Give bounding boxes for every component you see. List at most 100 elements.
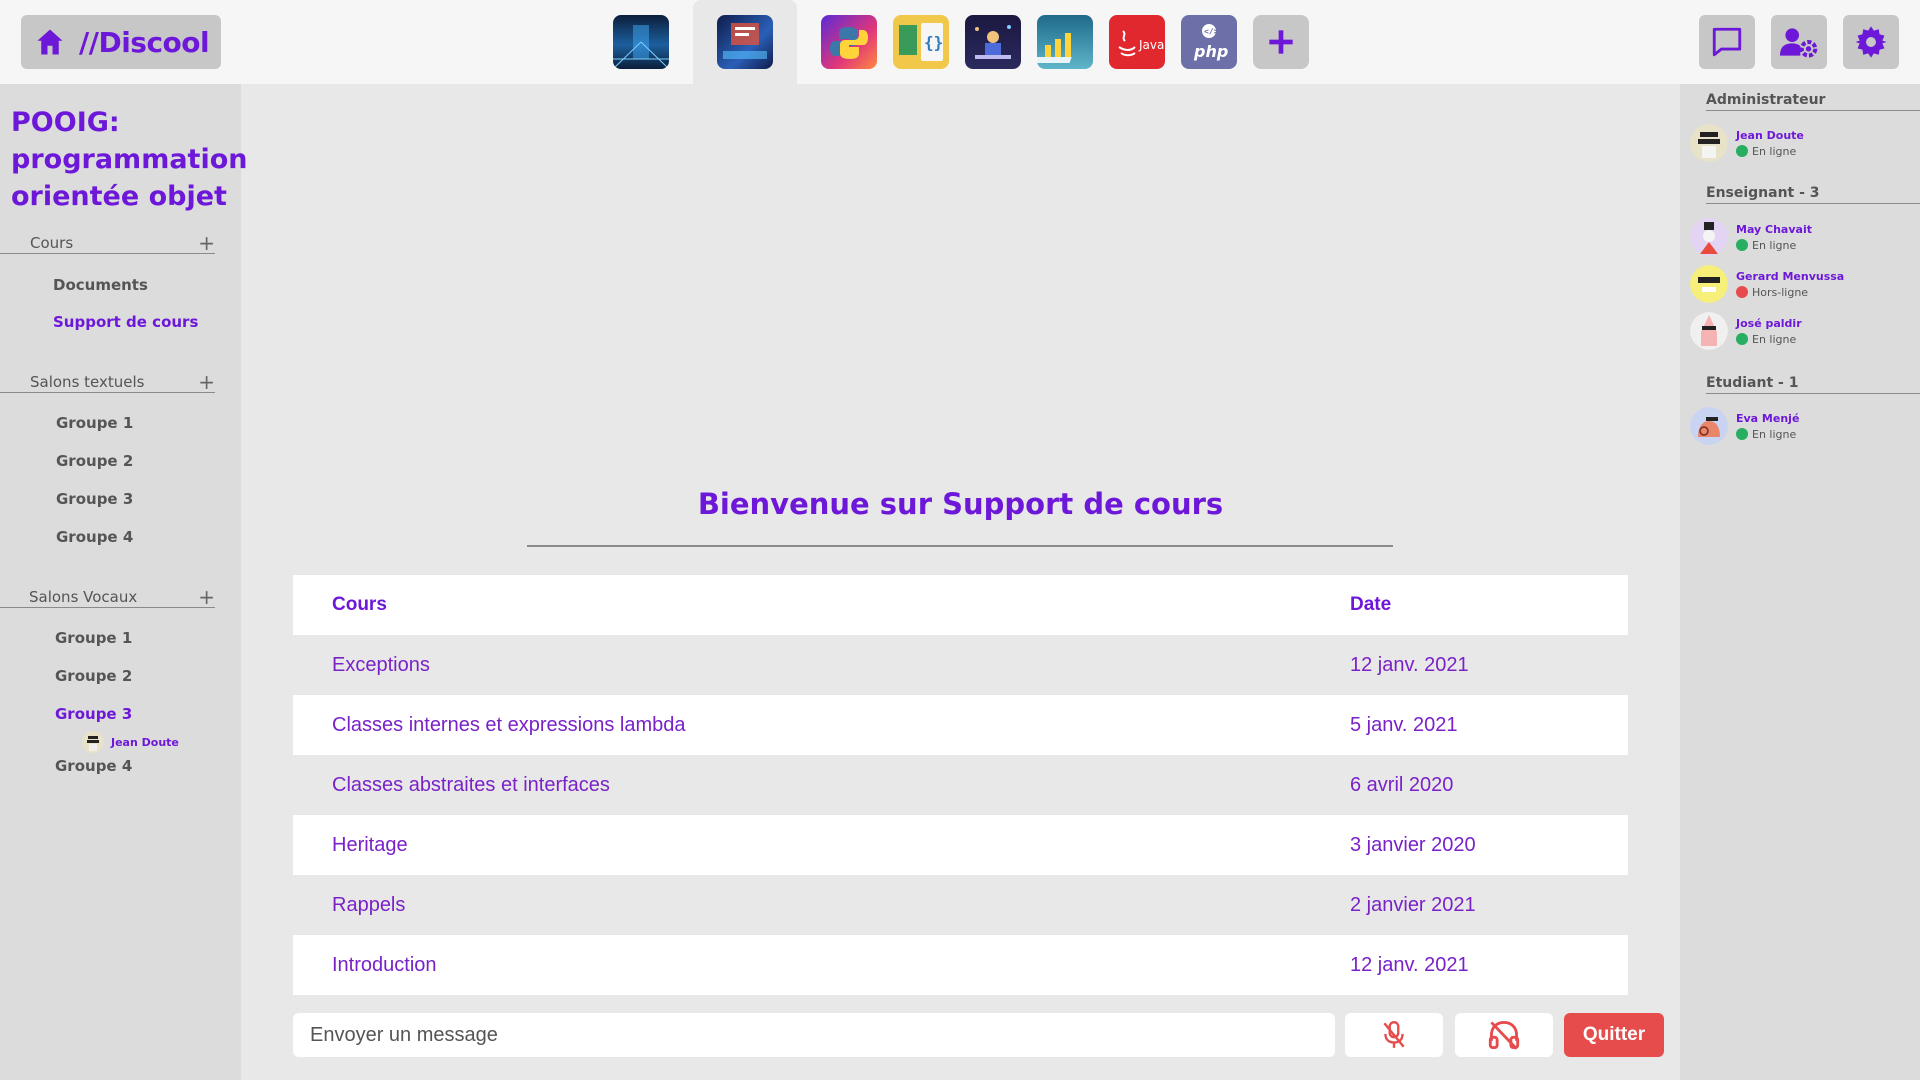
app-logo: //Discool bbox=[79, 25, 210, 59]
course-date: 5 janv. 2021 bbox=[1350, 713, 1458, 736]
member-status: En ligne bbox=[1736, 239, 1812, 252]
add-voice-channel-button[interactable]: + bbox=[198, 585, 215, 609]
home-button[interactable]: //Discool bbox=[21, 15, 221, 69]
table-header: Cours Date bbox=[293, 575, 1628, 635]
home-icon bbox=[37, 29, 63, 55]
server-7-button[interactable]: Java bbox=[1109, 15, 1165, 69]
section-title: Cours bbox=[30, 234, 74, 252]
text-channel-groupe-2[interactable]: Groupe 2 bbox=[56, 452, 133, 470]
welcome-title: Bienvenue sur Support de cours bbox=[697, 487, 1224, 521]
course-name[interactable]: Rappels bbox=[332, 894, 405, 917]
settings-button[interactable] bbox=[1843, 15, 1899, 69]
section-title: Salons Vocaux bbox=[29, 588, 138, 606]
avatar bbox=[1690, 265, 1728, 303]
voice-user-name: Jean Doute bbox=[111, 735, 179, 749]
table-row[interactable]: Rappels 2 janvier 2021 bbox=[293, 875, 1628, 935]
member-item[interactable]: José paldir En ligne bbox=[1690, 312, 1802, 350]
member-status: En ligne bbox=[1736, 145, 1804, 158]
avatar bbox=[1690, 407, 1728, 445]
add-cours-button[interactable]: + bbox=[198, 231, 215, 255]
server-3-button[interactable] bbox=[821, 15, 877, 69]
gear-icon bbox=[1855, 26, 1887, 58]
table-row[interactable]: Classes abstraites et interfaces 6 avril… bbox=[293, 755, 1628, 815]
quit-button[interactable]: Quitter bbox=[1564, 1013, 1664, 1057]
course-name[interactable]: Classes abstraites et interfaces bbox=[332, 774, 610, 797]
online-dot bbox=[1736, 333, 1748, 345]
add-server-button[interactable] bbox=[1253, 15, 1309, 69]
member-name: May Chavait bbox=[1736, 222, 1812, 236]
server-8-button[interactable]: </> php bbox=[1181, 15, 1237, 69]
svg-text:{}: {} bbox=[924, 33, 943, 52]
member-item[interactable]: Eva Menjé En ligne bbox=[1690, 407, 1799, 445]
column-header-cours: Cours bbox=[332, 594, 387, 615]
python-logo-icon bbox=[830, 27, 868, 59]
role-header-enseignant: Enseignant - 3 bbox=[1706, 185, 1920, 204]
chat-icon bbox=[1712, 27, 1742, 57]
server-1-button[interactable] bbox=[613, 15, 669, 69]
section-cours: Cours + bbox=[0, 231, 215, 255]
user-settings-button[interactable] bbox=[1771, 15, 1827, 69]
mute-mic-button[interactable] bbox=[1345, 1013, 1443, 1057]
deafen-button[interactable] bbox=[1455, 1013, 1553, 1057]
course-date: 2 janvier 2021 bbox=[1350, 893, 1476, 916]
status-text: En ligne bbox=[1752, 144, 1797, 158]
member-status: Hors-ligne bbox=[1736, 286, 1844, 299]
java-logo-icon: Java bbox=[1118, 30, 1164, 57]
section-salons-textuels: Salons textuels + bbox=[0, 370, 215, 394]
server-4-button[interactable]: {} bbox=[893, 15, 949, 69]
svg-text:php: php bbox=[1193, 42, 1228, 61]
server-5-button[interactable] bbox=[965, 15, 1021, 69]
avatar bbox=[82, 731, 104, 753]
course-date: 6 avril 2020 bbox=[1350, 773, 1454, 796]
status-text: Hors-ligne bbox=[1752, 285, 1809, 299]
member-name: Gerard Menvussa bbox=[1736, 269, 1845, 283]
member-item[interactable]: Jean Doute En ligne bbox=[1690, 124, 1804, 162]
server-6-button[interactable] bbox=[1037, 15, 1093, 69]
voice-channel-groupe-3[interactable]: Groupe 3 bbox=[55, 705, 132, 723]
course-name[interactable]: Classes internes et expressions lambda bbox=[332, 714, 686, 737]
member-status: En ligne bbox=[1736, 333, 1802, 346]
text-channel-groupe-4[interactable]: Groupe 4 bbox=[56, 528, 133, 546]
text-channel-groupe-3[interactable]: Groupe 3 bbox=[56, 490, 133, 508]
server-2-button[interactable] bbox=[717, 15, 773, 69]
course-date: 12 janv. 2021 bbox=[1350, 653, 1469, 676]
member-item[interactable]: Gerard Menvussa Hors-ligne bbox=[1690, 265, 1844, 303]
table-row[interactable]: Heritage 3 janvier 2020 bbox=[293, 815, 1628, 875]
section-title: Salons textuels bbox=[30, 373, 145, 391]
channel-support-de-cours[interactable]: Support de cours bbox=[53, 313, 198, 331]
table-row[interactable]: Introduction 12 janv. 2021 bbox=[293, 935, 1628, 995]
course-name[interactable]: Introduction bbox=[332, 954, 437, 977]
code-screen-icon bbox=[723, 23, 767, 59]
offline-dot bbox=[1736, 286, 1748, 298]
role-header-etudiant: Etudiant - 1 bbox=[1706, 375, 1920, 394]
voice-channel-groupe-4[interactable]: Groupe 4 bbox=[55, 757, 132, 775]
text-channel-groupe-1[interactable]: Groupe 1 bbox=[56, 414, 133, 432]
add-text-channel-button[interactable]: + bbox=[198, 370, 215, 394]
table-row[interactable]: Exceptions 12 janv. 2021 bbox=[293, 635, 1628, 695]
mic-muted-icon bbox=[1383, 1020, 1405, 1048]
member-name: Eva Menjé bbox=[1736, 411, 1800, 425]
avatar bbox=[1690, 124, 1728, 162]
message-input[interactable] bbox=[293, 1013, 1335, 1057]
course-title: POOIG: programmation orientée objet bbox=[11, 107, 248, 212]
table-row[interactable]: Classes internes et expressions lambda 5… bbox=[293, 695, 1628, 755]
voice-channel-groupe-2[interactable]: Groupe 2 bbox=[55, 667, 132, 685]
plus-icon bbox=[1269, 30, 1293, 54]
voice-channel-user[interactable]: Jean Doute bbox=[82, 731, 179, 753]
voice-channel-groupe-1[interactable]: Groupe 1 bbox=[55, 629, 132, 647]
member-name: Jean Doute bbox=[1736, 128, 1804, 142]
online-dot bbox=[1736, 428, 1748, 440]
messages-button[interactable] bbox=[1699, 15, 1755, 69]
online-dot bbox=[1736, 239, 1748, 251]
course-name[interactable]: Heritage bbox=[332, 834, 408, 857]
developer-illustration-icon bbox=[975, 25, 1011, 59]
code-editor-icon: {} bbox=[899, 23, 943, 61]
member-item[interactable]: May Chavait En ligne bbox=[1690, 218, 1812, 256]
course-name[interactable]: Exceptions bbox=[332, 654, 430, 677]
course-date: 3 janvier 2020 bbox=[1350, 833, 1476, 856]
svg-text:Java: Java bbox=[1138, 38, 1164, 52]
charts-illustration-icon bbox=[1037, 33, 1072, 63]
channel-documents[interactable]: Documents bbox=[53, 276, 148, 294]
members-sidebar: Administrateur Jean Doute En ligne Ensei… bbox=[1680, 84, 1920, 1080]
member-name: José paldir bbox=[1736, 316, 1802, 330]
